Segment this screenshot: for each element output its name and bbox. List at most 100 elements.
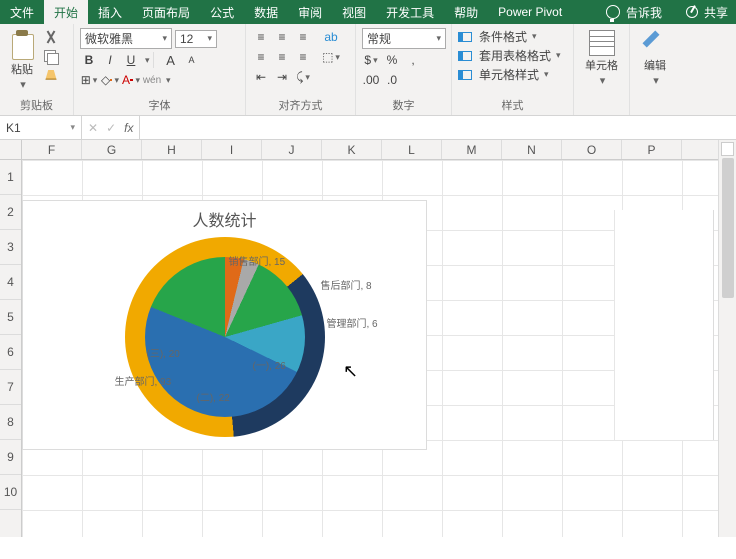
formula-input[interactable] [140,116,736,139]
row-header-9[interactable]: 9 [0,440,21,475]
increase-decimal-button[interactable]: .00 [362,71,380,89]
align-top-button[interactable]: ≡ [252,28,270,46]
vertical-scrollbar[interactable] [718,140,736,537]
tab-file[interactable]: 文件 [0,0,44,24]
col-header-I[interactable]: I [202,140,262,159]
row-header-10[interactable]: 10 [0,475,21,510]
cells-icon [589,30,615,56]
align-middle-button[interactable]: ≡ [273,28,291,46]
phonetic-button[interactable]: wén [143,71,161,89]
accounting-button[interactable]: $▾ [362,51,380,69]
tab-power-pivot[interactable]: Power Pivot [488,0,572,24]
cut-icon [44,30,58,44]
percent-button[interactable]: % [383,51,401,69]
row-header-5[interactable]: 5 [0,300,21,335]
tab-developer[interactable]: 开发工具 [376,0,444,24]
number-format-select[interactable]: 常规▾ [362,28,446,49]
align-left-button[interactable]: ≡ [252,48,270,66]
tab-page-layout[interactable]: 页面布局 [132,0,200,24]
row-header-7[interactable]: 7 [0,370,21,405]
italic-button[interactable]: I [101,51,119,69]
align-right-button[interactable]: ≡ [294,48,312,66]
fill-color-button[interactable]: ◇▾ [101,71,119,89]
editing-label: 编辑 [644,57,666,73]
wrap-text-button[interactable]: ab [322,28,340,46]
paste-button[interactable]: 粘贴 ▾ [6,28,38,93]
select-all-corner[interactable] [0,140,22,160]
tab-formulas[interactable]: 公式 [200,0,244,24]
tab-help[interactable]: 帮助 [444,0,488,24]
col-header-L[interactable]: L [382,140,442,159]
group-number-label: 数字 [362,95,445,113]
tell-me[interactable]: 告诉我 [626,4,662,21]
row-header-6[interactable]: 6 [0,335,21,370]
ribbon: 粘贴 ▾ 剪贴板 微软雅黑▾ 12▾ B I U▾ A A [0,24,736,116]
enter-formula-button[interactable]: ✓ [106,121,116,135]
copy-button[interactable] [42,48,60,66]
decrease-decimal-button[interactable]: .0 [383,71,401,89]
col-header-K[interactable]: K [322,140,382,159]
worksheet: FGHIJKLMNOP 12345678910 人数统计 销售部门, 15 售后… [0,140,736,537]
font-size-select[interactable]: 12▾ [175,30,217,48]
col-header-M[interactable]: M [442,140,502,159]
label-group-3: (三), 20 [147,345,180,360]
col-header-N[interactable]: N [502,140,562,159]
tab-home[interactable]: 开始 [44,0,88,24]
cancel-formula-button[interactable]: ✕ [88,121,98,135]
underline-button[interactable]: U [122,51,140,69]
border-button[interactable]: ⊞▾ [80,71,98,89]
column-headers[interactable]: FGHIJKLMNOP [22,140,718,160]
font-color-button[interactable]: A▾ [122,71,140,89]
cell-style-icon [458,70,472,80]
font-name-select[interactable]: 微软雅黑▾ [80,28,172,49]
format-as-table-button[interactable]: 套用表格格式▾ [458,47,561,64]
cursor-icon: ↖ [343,361,358,382]
chart-object[interactable]: 人数统计 销售部门, 15 售后部门, 8 管理部门, 6 (一), 26 (二… [22,200,427,450]
row-header-2[interactable]: 2 [0,195,21,230]
label-sales-dept: 销售部门, 15 [229,253,286,268]
col-header-J[interactable]: J [262,140,322,159]
row-headers[interactable]: 12345678910 [0,160,22,537]
col-header-O[interactable]: O [562,140,622,159]
increase-indent-button[interactable]: ⇥ [273,68,291,86]
shrink-font-button[interactable]: A [183,51,201,69]
cut-button[interactable] [42,28,60,46]
tab-review[interactable]: 审阅 [288,0,332,24]
row-header-8[interactable]: 8 [0,405,21,440]
orientation-button[interactable]: ⤹▾ [294,68,312,86]
tab-insert[interactable]: 插入 [88,0,132,24]
paste-label: 粘贴 [11,61,33,77]
col-header-F[interactable]: F [22,140,82,159]
col-header-H[interactable]: H [142,140,202,159]
name-box[interactable]: K1▾ [0,116,82,139]
align-center-button[interactable]: ≡ [273,48,291,66]
merge-button[interactable]: ⬚▾ [322,48,340,66]
comma-button[interactable]: , [404,51,422,69]
row-header-4[interactable]: 4 [0,265,21,300]
tab-data[interactable]: 数据 [244,0,288,24]
conditional-format-button[interactable]: 条件格式▾ [458,28,537,45]
pie-chart: 销售部门, 15 售后部门, 8 管理部门, 6 (一), 26 (二), 22… [125,237,325,437]
decrease-indent-button[interactable]: ⇤ [252,68,270,86]
format-painter-button[interactable] [42,68,60,86]
scrollbar-thumb[interactable] [722,158,734,298]
cell-styles-button[interactable]: 单元格样式▾ [458,66,549,83]
formula-bar: K1▾ ✕ ✓ fx [0,116,736,140]
tab-view[interactable]: 视图 [332,0,376,24]
col-header-G[interactable]: G [82,140,142,159]
side-panel [614,210,714,440]
align-bottom-button[interactable]: ≡ [294,28,312,46]
col-header-P[interactable]: P [622,140,682,159]
cells-button[interactable]: 单元格 ▾ [580,28,623,89]
row-header-3[interactable]: 3 [0,230,21,265]
group-alignment-label: 对齐方式 [252,95,349,113]
cond-format-icon [458,32,472,42]
editing-button[interactable]: 编辑 ▾ [636,28,674,89]
paste-icon [8,30,36,60]
share-button[interactable]: 共享 [704,4,728,21]
bold-button[interactable]: B [80,51,98,69]
row-header-1[interactable]: 1 [0,160,21,195]
group-styles-label: 样式 [458,95,567,113]
fx-button[interactable]: fx [124,121,133,135]
grow-font-button[interactable]: A [162,51,180,69]
